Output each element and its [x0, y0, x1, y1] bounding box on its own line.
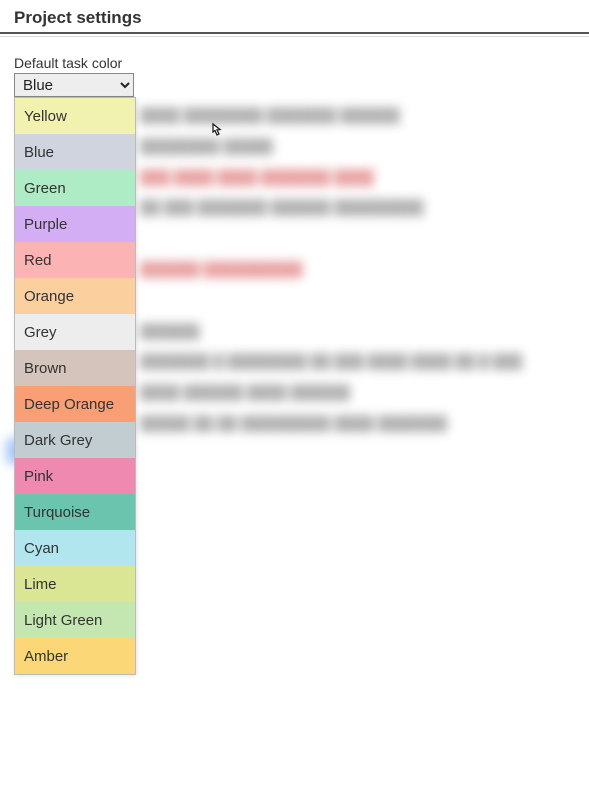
field-label: Default task color [14, 55, 575, 71]
color-option[interactable]: Brown [15, 350, 135, 386]
settings-content: ████ ████████ ███████ ██████ ████████ ██… [0, 55, 589, 97]
color-option[interactable]: Light Green [15, 602, 135, 638]
color-option[interactable]: Grey [15, 314, 135, 350]
divider [0, 36, 589, 37]
page-title: Project settings [14, 8, 575, 28]
blurred-background: ████ ████████ ███████ ██████ ████████ ██… [140, 100, 579, 439]
color-option[interactable]: Pink [15, 458, 135, 494]
color-option[interactable]: Purple [15, 206, 135, 242]
color-option[interactable]: Blue [15, 134, 135, 170]
color-option[interactable]: Green [15, 170, 135, 206]
color-select-wrap: Blue YellowBlueGreenPurpleRedOrangeGreyB… [14, 73, 134, 97]
color-option[interactable]: Turquoise [15, 494, 135, 530]
color-option[interactable]: Yellow [15, 98, 135, 134]
color-select[interactable]: Blue [14, 73, 134, 97]
color-option[interactable]: Orange [15, 278, 135, 314]
color-option[interactable]: Deep Orange [15, 386, 135, 422]
color-option[interactable]: Red [15, 242, 135, 278]
pointer-cursor-icon [208, 122, 226, 147]
settings-header: Project settings [0, 0, 589, 34]
color-option[interactable]: Dark Grey [15, 422, 135, 458]
color-option[interactable]: Cyan [15, 530, 135, 566]
color-dropdown: YellowBlueGreenPurpleRedOrangeGreyBrownD… [14, 97, 136, 675]
color-option[interactable]: Amber [15, 638, 135, 674]
color-option[interactable]: Lime [15, 566, 135, 602]
